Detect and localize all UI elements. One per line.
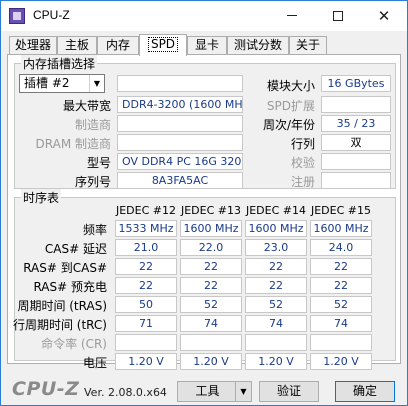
- module-size-label: 模块大小: [266, 79, 315, 93]
- cpuz-logo: CPU-Z: [12, 378, 80, 400]
- timing-column-header: JEDEC #13: [180, 204, 241, 217]
- max-bandwidth-label: 最大带宽: [62, 99, 111, 113]
- timing-cell: [310, 334, 372, 351]
- timing-cell: 22: [310, 258, 372, 275]
- timing-cell: 23.0: [245, 239, 307, 256]
- checksum-field: [321, 153, 391, 170]
- week-year-label: 周次/年份: [262, 118, 315, 132]
- timing-row-label: 行周期时间 (tRC): [12, 318, 107, 332]
- slot-group-title: 内存插槽选择: [21, 55, 98, 72]
- title-bar[interactable]: CPU-Z ✕: [1, 1, 407, 31]
- timing-row-label: 电压: [82, 356, 107, 370]
- checksum-label: 校验: [290, 156, 315, 170]
- timing-column-header: JEDEC #15: [310, 204, 371, 217]
- week-year-field: 35 / 23: [321, 115, 391, 132]
- dropdown-arrow-icon[interactable]: ▼: [89, 75, 104, 92]
- validate-button[interactable]: 验证: [259, 381, 319, 402]
- timing-cell: 22: [245, 277, 307, 294]
- timing-cell: 1.20 V: [115, 353, 177, 370]
- timing-cell: 50: [115, 296, 177, 313]
- tab-graphics[interactable]: 显卡: [187, 36, 227, 55]
- timing-cell: 74: [310, 315, 372, 332]
- minimize-icon: [287, 15, 297, 16]
- timing-row-label: 命令率 (CR): [41, 337, 107, 351]
- tools-label: 工具: [195, 384, 220, 398]
- timing-cell: 22: [180, 258, 242, 275]
- maximize-icon: [333, 10, 343, 21]
- tab-memory[interactable]: 内存: [97, 36, 139, 55]
- slot-group: 内存插槽选择 插槽 #2 ▼ 最大带宽 DDR4-3200 (1600 MHz)…: [14, 55, 396, 189]
- timing-column-header: JEDEC #14: [245, 204, 306, 217]
- timing-cell: 22: [310, 277, 372, 294]
- model-label: 型号: [86, 156, 111, 170]
- timing-row-label: RAS# 预充电: [33, 280, 107, 294]
- registration-field: [321, 172, 391, 189]
- window-title: CPU-Z: [33, 8, 70, 22]
- timing-cell: 1600 MHz: [180, 220, 242, 237]
- model-field: OV DDR4 PC 16G 3200: [117, 153, 243, 170]
- slot-select[interactable]: 插槽 #2 ▼: [19, 74, 105, 93]
- spd-ext-label: SPD扩展: [266, 99, 315, 113]
- timing-cell: [180, 334, 242, 351]
- tab-mainboard[interactable]: 主板: [57, 36, 97, 55]
- close-button[interactable]: ✕: [361, 1, 407, 31]
- timing-cell: 74: [245, 315, 307, 332]
- tab-about[interactable]: 关于: [289, 36, 327, 55]
- timing-cell: 74: [180, 315, 242, 332]
- ok-button[interactable]: 确定: [335, 381, 395, 402]
- tab-cpu[interactable]: 处理器: [9, 36, 57, 55]
- timing-cell: 1600 MHz: [245, 220, 307, 237]
- spd-panel: 内存插槽选择 插槽 #2 ▼ 最大带宽 DDR4-3200 (1600 MHz)…: [7, 54, 401, 370]
- timing-cell: 52: [180, 296, 242, 313]
- tab-bench[interactable]: 测试分数: [227, 36, 289, 55]
- timing-cell: 22: [115, 277, 177, 294]
- timing-row-label: 频率: [82, 223, 107, 237]
- cpuz-window: CPU-Z ✕ 处理器 主板 内存 SPD 显卡 测试分数 关于 内存插槽选择 …: [0, 0, 408, 406]
- timing-cell: 1533 MHz: [115, 220, 177, 237]
- timing-cell: 22: [115, 258, 177, 275]
- tab-spd[interactable]: SPD: [139, 34, 187, 56]
- memory-type-field: [117, 75, 243, 92]
- manufacturer-label: 制造商: [74, 118, 111, 132]
- timing-cell: 22.0: [180, 239, 242, 256]
- close-icon: ✕: [377, 7, 391, 25]
- timing-cell: 21.0: [115, 239, 177, 256]
- timing-row-label: CAS# 延迟: [44, 242, 107, 256]
- max-bandwidth-field: DDR4-3200 (1600 MHz): [117, 96, 243, 113]
- app-icon: [9, 8, 25, 24]
- timing-cell: 71: [115, 315, 177, 332]
- minimize-button[interactable]: [269, 1, 315, 31]
- timing-cell: 1.20 V: [310, 353, 372, 370]
- timing-row-label: RAS# 到CAS#: [23, 261, 107, 275]
- manufacturer-field: [117, 115, 243, 132]
- timing-cell: 1.20 V: [180, 353, 242, 370]
- module-size-field: 16 GBytes: [321, 75, 391, 92]
- timings-group-title: 时序表: [21, 189, 62, 206]
- timing-cell: 52: [245, 296, 307, 313]
- timing-cell: [115, 334, 177, 351]
- timing-cell: [245, 334, 307, 351]
- timing-row-label: 周期时间 (tRAS): [17, 299, 107, 313]
- rank-label: 行列: [290, 137, 315, 151]
- timing-cell: 1600 MHz: [310, 220, 372, 237]
- spd-ext-field: [321, 96, 391, 113]
- serial-field: 8A3FA5AC: [117, 172, 243, 189]
- maximize-button[interactable]: [315, 1, 361, 31]
- tools-button[interactable]: 工具 ▼: [177, 381, 252, 402]
- timing-cell: 1.20 V: [245, 353, 307, 370]
- timing-column-header: JEDEC #12: [115, 204, 176, 217]
- version-text: Ver. 2.08.0.x64: [84, 386, 167, 399]
- registration-label: 注册: [290, 175, 315, 189]
- timing-cell: 24.0: [310, 239, 372, 256]
- dram-manufacturer-label: DRAM 制造商: [35, 137, 111, 151]
- dram-manufacturer-field: [117, 134, 243, 151]
- slot-select-value: 插槽 #2: [24, 76, 70, 90]
- timing-cell: 22: [245, 258, 307, 275]
- serial-label: 序列号: [74, 175, 111, 189]
- timing-cell: 22: [180, 277, 242, 294]
- timing-cell: 52: [310, 296, 372, 313]
- dropdown-arrow-icon[interactable]: ▼: [235, 382, 251, 401]
- rank-field: 双: [321, 134, 391, 151]
- timings-group: 时序表 JEDEC #12 JEDEC #13 JEDEC #14 JEDEC …: [12, 189, 396, 370]
